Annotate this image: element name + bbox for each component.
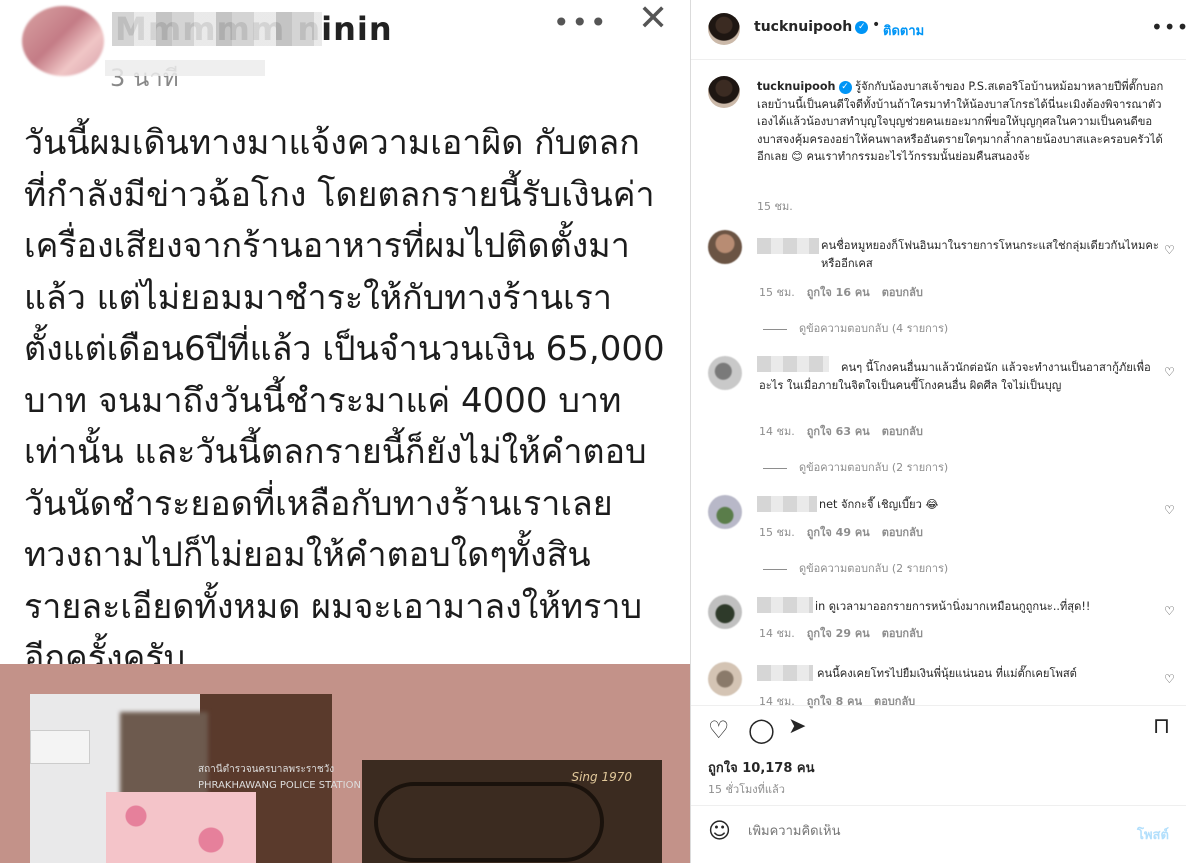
comment-time: 14 ชม. — [759, 425, 795, 438]
instagram-post-panel: tucknuipooh ✓ • ติดตาม ••• tucknuipooh ✓ ร… — [690, 0, 1186, 863]
comment-likes[interactable]: ถูกใจ 29 คน — [807, 627, 870, 640]
heart-icon[interactable]: ♡ — [1164, 365, 1175, 379]
comment-likes[interactable]: ถูกใจ 16 คน — [807, 286, 870, 299]
comment-meta: 15 ชม. ถูกใจ 49 คน ตอบกลับ — [759, 523, 935, 541]
author-username[interactable]: tucknuipooh ✓ — [754, 19, 869, 35]
comment-username-fragment[interactable]: in — [815, 600, 825, 613]
comment-text: in ดูเวลามาออกรายการหน้านิ่งมากเหมือนกูถ… — [815, 598, 1145, 616]
comment-body: จักกะจี๊ เชิญเบี๊ยว 😂 — [840, 498, 939, 511]
view-replies-button[interactable]: ดูข้อความตอบกลับ (2 รายการ) — [763, 559, 948, 577]
post-timestamp: 15 ชั่วโมงที่แล้ว — [708, 783, 785, 796]
replies-line — [763, 467, 787, 469]
username-censor-blur — [757, 238, 819, 254]
heart-icon[interactable]: ♡ — [1164, 672, 1175, 686]
view-replies-button[interactable]: ดูข้อความตอบกลับ (2 รายการ) — [763, 458, 948, 476]
air-conditioner — [30, 730, 90, 764]
post-line: วันนัดชำระยอดที่เหลือกับทางร้านเราเลย — [24, 483, 613, 524]
verified-badge-icon: ✓ — [855, 20, 869, 34]
username-censor-blur — [757, 496, 817, 512]
commenter-avatar[interactable] — [708, 356, 742, 390]
emoji-icon[interactable]: ☺ — [708, 819, 731, 844]
view-replies-text[interactable]: ดูข้อความตอบกลับ (2 รายการ) — [799, 562, 948, 575]
post-line: วันนี้ผมเดินทางมาแจ้งความเอาผิด กับตลก — [24, 123, 640, 163]
post-line: บาท จนมาถึงวันนี้ชำระมาแค่ 4000 บาท — [24, 380, 622, 421]
motorcycle-silhouette — [374, 782, 604, 862]
heart-icon[interactable]: ♡ — [1164, 503, 1175, 517]
station-sign-english: PHRAKHAWANG POLICE STATION — [198, 780, 361, 791]
caption-username[interactable]: tucknuipooh — [757, 80, 836, 93]
reply-button[interactable]: ตอบกลับ — [882, 425, 923, 438]
comment-text: net จักกะจี๊ เชิญเบี๊ยว 😂 — [819, 496, 1119, 514]
post-line: ที่กำลังมีข่าวฉ้อโกง โดยตลกรายนี้รับเงิน… — [24, 174, 655, 215]
reply-button[interactable]: ตอบกลับ — [882, 627, 923, 640]
commenter-avatar[interactable] — [708, 662, 742, 696]
heart-icon[interactable]: ♡ — [1164, 243, 1175, 257]
shop-sign: Sing 1970 — [571, 770, 632, 784]
floral-shirt — [106, 792, 256, 863]
comment-time: 14 ชม. — [759, 627, 795, 640]
bookmark-icon[interactable]: ⊓ — [1153, 714, 1170, 739]
view-replies-text[interactable]: ดูข้อความตอบกลับ (4 รายการ) — [799, 322, 948, 335]
close-icon: ✕ — [638, 0, 669, 39]
heart-icon[interactable]: ♡ — [708, 716, 730, 744]
comment-text: คนนี้คงเคยโทรไปยืมเงินพี่นุ้ยแน่นอน ที่แ… — [817, 667, 1077, 680]
motorcycle-sign-photo: Sing 1970 — [362, 760, 662, 863]
blurred-face — [120, 712, 208, 804]
comment-text: คนๆ นี้โกงคนอื่นมาแล้วนักต่อนัก แล้วจะทำ… — [759, 361, 1151, 392]
police-station-photo — [30, 694, 332, 863]
post-header: tucknuipooh ✓ • ติดตาม ••• — [691, 0, 1186, 60]
comment-input[interactable] — [748, 824, 1128, 839]
reply-button[interactable]: ตอบกลับ — [882, 286, 923, 299]
comment-meta: 14 ชม. ถูกใจ 63 คน ตอบกลับ — [759, 422, 935, 440]
commenter-avatar[interactable] — [708, 230, 742, 264]
post-line: ตั้งแต่เดือน6ปีที่แล้ว เป็นจำนวนเงิน 65,… — [24, 329, 665, 369]
more-horizontal-icon: ••• — [553, 6, 609, 39]
post-line: รายละเอียดทั้งหมด ผมจะเอามาลงให้ทราบ — [24, 586, 643, 627]
reply-button[interactable]: ตอบกลับ — [882, 526, 923, 539]
heart-icon[interactable]: ♡ — [1164, 604, 1175, 618]
post-body: วันนี้ผมเดินทางมาแจ้งความเอาผิด กับตลก ท… — [24, 118, 684, 685]
view-replies-text[interactable]: ดูข้อความตอบกลับ (2 รายการ) — [799, 461, 948, 474]
comment-likes[interactable]: ถูกใจ 63 คน — [807, 425, 870, 438]
comment-time: 15 ชม. — [759, 286, 795, 299]
poster-avatar — [22, 6, 104, 76]
comment-meta: 15 ชม. ถูกใจ 16 คน ตอบกลับ — [759, 283, 935, 301]
view-replies-button[interactable]: ดูข้อความตอบกลับ (4 รายการ) — [763, 319, 948, 337]
post-line: เท่านั้น และวันนี้ตลกรายนี้ก็ยังไม่ให้คำ… — [24, 432, 647, 472]
commenter-avatar[interactable] — [708, 595, 742, 629]
author-avatar[interactable] — [708, 13, 740, 45]
send-icon[interactable]: ➤ — [788, 714, 806, 739]
time-censor-blur — [105, 60, 265, 76]
likes-count[interactable]: ถูกใจ 10,178 คน — [708, 757, 815, 778]
comment-username-fragment[interactable]: net — [819, 498, 837, 511]
separator-dot: • — [872, 17, 881, 33]
comment-text: คนชื่อหมูหยองก็โฟนอินมาในรายการโหนกระแสใ… — [821, 239, 1159, 270]
station-sign-thai: สถานีตำรวจนครบาลพระราชวัง — [198, 764, 335, 775]
comment-meta: 14 ชม. ถูกใจ 29 คน ตอบกลับ — [759, 624, 935, 642]
replies-line — [763, 568, 787, 570]
embedded-post-image: Mmmmm ninin 3 นาที ••• ✕ วันนี้ผมเดินทาง… — [0, 0, 690, 863]
follow-button[interactable]: ติดตาม — [883, 20, 924, 41]
comment-body: ดูเวลามาออกรายการหน้านิ่งมากเหมือนกูถูกน… — [828, 600, 1091, 613]
username-censor-blur — [757, 665, 813, 681]
commenter-avatar[interactable] — [708, 495, 742, 529]
post-line: เครื่องเสียงจากร้านอาหารที่ผมไปติดตั้งมา — [24, 226, 630, 266]
caption: tucknuipooh ✓ รู้จักกับน้องบาสเจ้าของ P.S… — [757, 78, 1165, 166]
caption-time: 15 ชม. — [757, 200, 793, 213]
post-line: ทวงถามไปก็ไม่ยอมให้คำตอบใดๆทั้งสิน — [24, 535, 591, 575]
name-censor-blur — [112, 12, 322, 46]
post-line: แล้ว แต่ไม่ยอมมาชำระให้กับทางร้านเรา — [24, 277, 612, 318]
caption-author-avatar[interactable] — [708, 76, 740, 108]
username-text[interactable]: tucknuipooh — [754, 19, 852, 35]
post-comment-button[interactable]: โพสต์ — [1137, 824, 1169, 845]
username-censor-blur — [757, 597, 813, 613]
replies-line — [763, 328, 787, 330]
verified-badge-icon: ✓ — [838, 80, 852, 94]
comment-time: 15 ชม. — [759, 526, 795, 539]
comment-icon[interactable]: ◯ — [748, 716, 775, 744]
comment-likes[interactable]: ถูกใจ 49 คน — [807, 526, 870, 539]
more-horizontal-icon[interactable]: ••• — [1151, 15, 1186, 39]
